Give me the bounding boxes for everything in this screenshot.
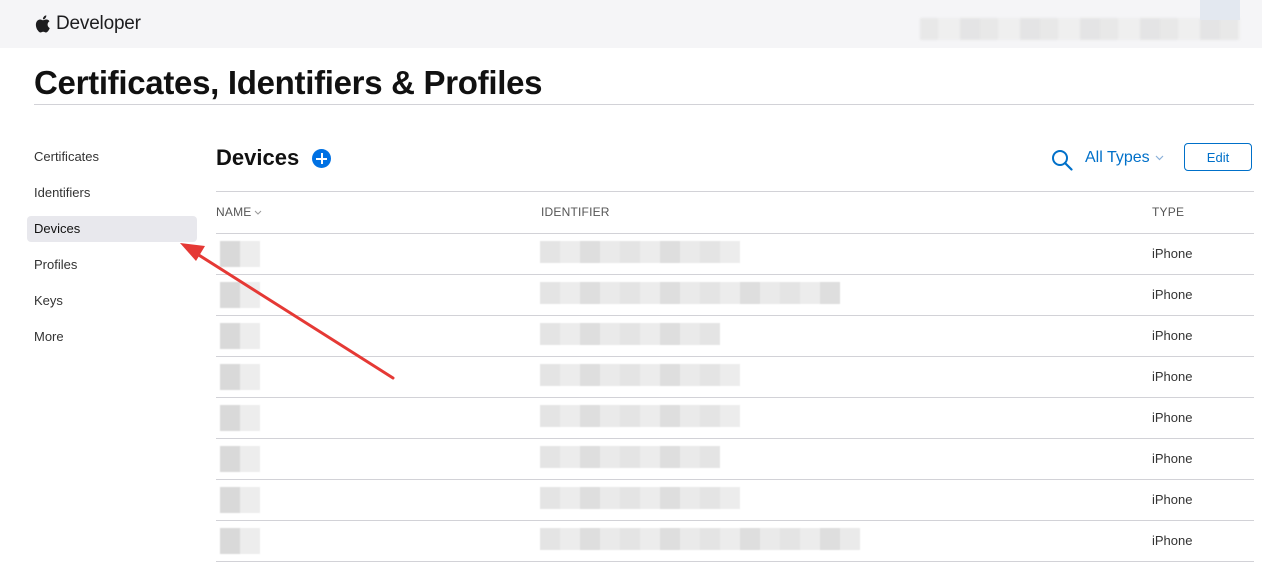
device-type: iPhone <box>1152 410 1193 425</box>
table-row[interactable]: iPhone <box>216 398 1254 439</box>
redacted-device-name <box>220 405 260 431</box>
device-type: iPhone <box>1152 328 1193 343</box>
table-row[interactable]: iPhone <box>216 521 1254 562</box>
table-row[interactable]: iPhone <box>216 439 1254 480</box>
sort-chevron-icon <box>255 210 262 215</box>
page-title: Certificates, Identifiers & Profiles <box>34 64 543 101</box>
edit-button[interactable]: Edit <box>1184 143 1252 171</box>
sidebar-item-devices[interactable]: Devices <box>27 216 197 242</box>
redacted-device-name <box>220 528 260 554</box>
developer-logo-link[interactable]: Developer <box>34 11 141 37</box>
sidebar-nav: Certificates Identifiers Devices Profile… <box>27 144 197 360</box>
section-title: Devices <box>216 145 300 170</box>
table-row[interactable]: iPhone <box>216 480 1254 521</box>
sidebar-item-profiles[interactable]: Profiles <box>27 252 197 278</box>
sidebar-item-certificates[interactable]: Certificates <box>27 144 197 170</box>
column-header-identifier: IDENTIFIER <box>541 205 610 219</box>
redacted-device-identifier <box>540 282 840 304</box>
global-header: Developer <box>0 0 1262 48</box>
redacted-device-identifier <box>540 446 720 468</box>
redacted-device-name <box>220 364 260 390</box>
type-filter-label: All Types <box>1085 149 1150 166</box>
table-header: NAME IDENTIFIER TYPE <box>216 191 1254 234</box>
redacted-device-identifier <box>540 487 740 509</box>
redacted-device-identifier <box>540 528 860 550</box>
apple-logo-icon <box>35 15 50 33</box>
devices-table: NAME IDENTIFIER TYPE iPhone iPhone iPhon… <box>216 191 1254 562</box>
redacted-device-identifier <box>540 323 720 345</box>
redacted-device-identifier <box>540 364 740 386</box>
redacted-account-avatar <box>1200 0 1240 20</box>
redacted-device-name <box>220 241 260 267</box>
sidebar-item-identifiers[interactable]: Identifiers <box>27 180 197 206</box>
redacted-device-name <box>220 323 260 349</box>
sidebar-item-more[interactable]: More <box>27 324 197 350</box>
table-row[interactable]: iPhone <box>216 357 1254 398</box>
column-header-name-label: NAME <box>216 205 252 219</box>
table-row[interactable]: iPhone <box>216 234 1254 275</box>
device-type: iPhone <box>1152 533 1193 548</box>
column-header-type: TYPE <box>1152 205 1185 219</box>
device-type: iPhone <box>1152 287 1193 302</box>
device-type: iPhone <box>1152 246 1193 261</box>
redacted-device-identifier <box>540 241 740 263</box>
redacted-device-name <box>220 446 260 472</box>
table-row[interactable]: iPhone <box>216 275 1254 316</box>
sidebar-item-keys[interactable]: Keys <box>27 288 197 314</box>
redacted-device-name <box>220 487 260 513</box>
table-row[interactable]: iPhone <box>216 316 1254 357</box>
add-device-button[interactable] <box>312 149 331 168</box>
device-type: iPhone <box>1152 451 1193 466</box>
device-type: iPhone <box>1152 369 1193 384</box>
brand-label: Developer <box>56 13 141 34</box>
redacted-device-name <box>220 282 260 308</box>
device-type: iPhone <box>1152 492 1193 507</box>
chevron-down-icon <box>1155 155 1164 161</box>
search-icon[interactable] <box>1051 149 1073 171</box>
type-filter-dropdown[interactable]: All Types <box>1085 149 1164 167</box>
column-header-name[interactable]: NAME <box>216 205 262 219</box>
redacted-account-info <box>920 18 1240 40</box>
title-divider <box>34 104 1254 105</box>
redacted-device-identifier <box>540 405 740 427</box>
